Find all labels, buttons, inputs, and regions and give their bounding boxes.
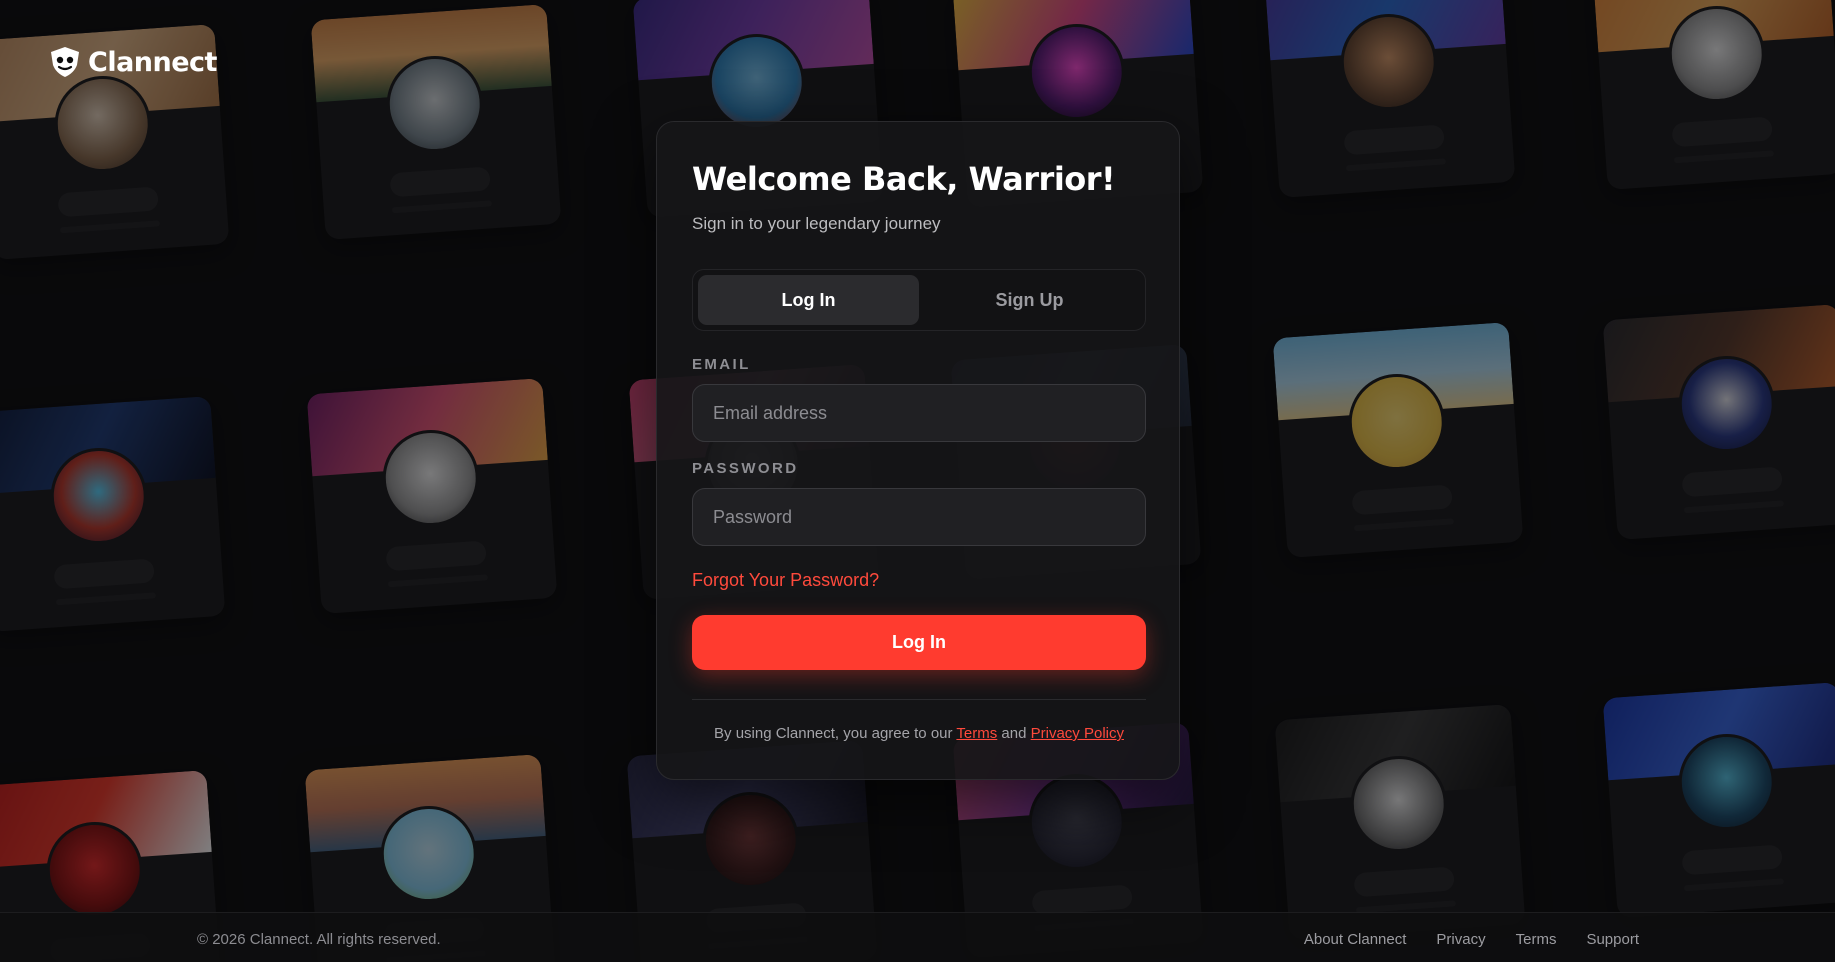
card-placeholder-tag: [391, 200, 493, 214]
card-placeholder-tag: [55, 592, 157, 606]
brand-logo[interactable]: Clannect: [48, 46, 217, 78]
tab-sign-up[interactable]: Sign Up: [919, 275, 1140, 325]
card-placeholder-name: [389, 166, 491, 198]
card-placeholder-tag: [1683, 500, 1785, 514]
card-placeholder-tag: [1683, 878, 1785, 892]
footer: © 2026 Clannect. All rights reserved. Ab…: [0, 912, 1835, 962]
password-label: PASSWORD: [692, 460, 799, 477]
legal-prefix: By using Clannect, you agree to our: [714, 725, 953, 742]
footer-link-about[interactable]: About Clannect: [1304, 931, 1407, 948]
terms-link[interactable]: Terms: [956, 725, 997, 742]
card-placeholder-name: [57, 186, 159, 218]
card-placeholder-tag: [387, 574, 489, 588]
card-placeholder-name: [1671, 116, 1773, 148]
bg-profile-card: [310, 4, 562, 240]
privacy-policy-link[interactable]: Privacy Policy: [1031, 725, 1124, 742]
card-placeholder-name: [53, 558, 155, 590]
card-placeholder-name: [1351, 484, 1453, 516]
log-in-button[interactable]: Log In: [692, 615, 1146, 670]
footer-links: About Clannect Privacy Terms Support: [1304, 931, 1639, 948]
clannect-shield-icon: [48, 46, 82, 78]
card-placeholder-tag: [1673, 150, 1775, 164]
auth-tabs: Log In Sign Up: [692, 269, 1146, 331]
page-title: Welcome Back, Warrior!: [692, 160, 1116, 198]
forgot-password-link[interactable]: Forgot Your Password?: [692, 570, 879, 591]
bg-profile-card: [1602, 682, 1835, 918]
email-label: EMAIL: [692, 356, 751, 373]
password-input[interactable]: [692, 488, 1146, 546]
card-placeholder-name: [1343, 124, 1445, 156]
legal-conjunction: and: [1001, 725, 1027, 742]
bg-profile-card: [1272, 322, 1524, 558]
card-placeholder-name: [1681, 844, 1783, 876]
card-placeholder-name: [1031, 884, 1133, 916]
brand-name: Clannect: [88, 46, 217, 78]
card-placeholder-name: [1353, 866, 1455, 898]
divider: [692, 699, 1146, 700]
copyright-text: © 2026 Clannect. All rights reserved.: [197, 931, 441, 948]
card-placeholder-name: [1681, 466, 1783, 498]
card-placeholder-tag: [1345, 158, 1447, 172]
card-placeholder-tag: [59, 220, 161, 234]
login-panel: Welcome Back, Warrior! Sign in to your l…: [656, 121, 1180, 780]
footer-link-terms[interactable]: Terms: [1516, 931, 1557, 948]
legal-notice: By using Clannect, you agree to our Term…: [657, 725, 1181, 742]
bg-profile-card: [1274, 704, 1526, 940]
footer-link-support[interactable]: Support: [1586, 931, 1639, 948]
card-placeholder-name: [385, 540, 487, 572]
bg-profile-card: [1602, 304, 1835, 540]
bg-profile-card: [0, 396, 226, 632]
bg-profile-card: [1592, 0, 1835, 190]
page-subtitle: Sign in to your legendary journey: [692, 214, 941, 233]
tab-log-in[interactable]: Log In: [698, 275, 919, 325]
card-placeholder-tag: [1353, 518, 1455, 532]
bg-profile-card: [1264, 0, 1516, 198]
bg-profile-card: [306, 378, 558, 614]
email-input[interactable]: [692, 384, 1146, 442]
footer-link-privacy[interactable]: Privacy: [1436, 931, 1485, 948]
